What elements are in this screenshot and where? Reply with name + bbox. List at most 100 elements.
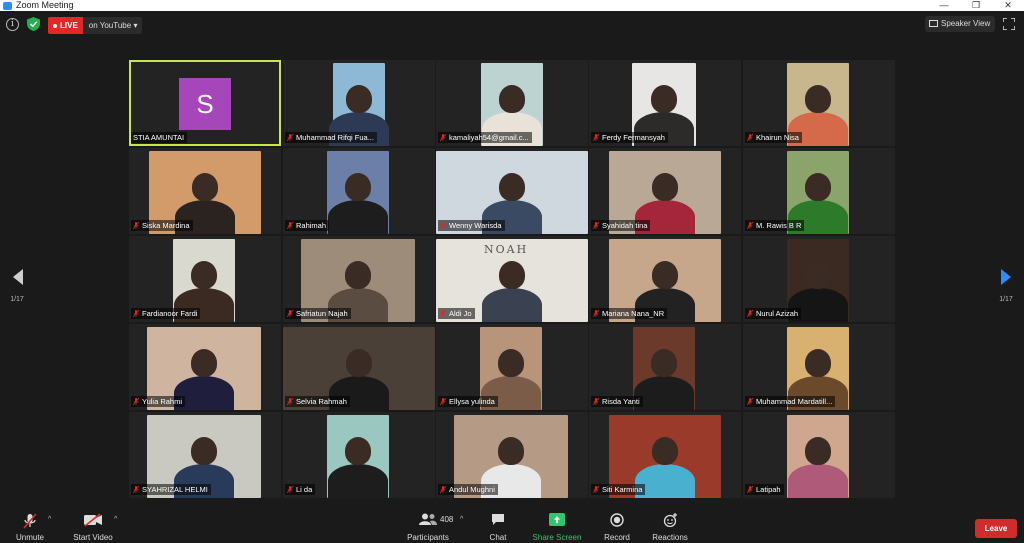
participant-tile[interactable]: Andul Mughni [436,412,588,498]
muted-mic-icon [440,310,446,317]
participant-name: Risda Yanti [591,396,643,407]
participant-name-label: Ferdy Fermansyah [602,133,665,142]
reactions-label: Reactions [652,533,688,542]
unmute-button[interactable]: Unmute [8,505,52,543]
muted-mic-icon [593,222,599,229]
previous-page-button[interactable]: 1/17 [2,267,32,317]
participant-tile[interactable]: Muhammad Mardatill... [743,324,895,410]
video-gallery: 1/17 1/17 S STIA AMUNTAI Muhammad Rifqi Fu… [0,39,1024,505]
participant-head [498,349,524,377]
maximize-button[interactable]: ❐ [960,0,992,11]
participant-figure [788,464,848,498]
participant-name: Andul Mughni [438,484,498,495]
participant-tile[interactable]: Syahidah tina [589,148,741,234]
participant-head [345,173,371,201]
share-screen-label: Share Screen [532,533,582,542]
participant-tile[interactable]: NOAH Aldi Jo [436,236,588,322]
participant-tile[interactable]: Ferdy Fermansyah [589,60,741,146]
participant-name-label: Syahidah tina [602,221,648,230]
muted-mic-icon [747,486,753,493]
window-title: Zoom Meeting [16,0,74,10]
participant-head [346,85,372,113]
participant-name-label: Khairun Nisa [756,133,799,142]
participant-video [787,415,849,498]
share-screen-icon [549,513,565,526]
speaker-view-button[interactable]: Speaker View [925,16,995,32]
participant-tile[interactable]: Yulia Rahmi [129,324,281,410]
participant-head [805,349,831,377]
participant-name: Ferdy Fermansyah [591,132,668,143]
encryption-shield-icon[interactable] [27,17,40,31]
muted-mic-icon [287,222,293,229]
video-off-icon [84,513,102,527]
participant-tile[interactable]: M. Rawis B R [743,148,895,234]
close-button[interactable]: ✕ [992,0,1024,11]
muted-mic-icon [440,398,446,405]
participant-tile[interactable]: Rahimah [283,148,435,234]
participants-button[interactable]: 408 Participants [402,505,454,543]
muted-mic-icon [287,486,293,493]
participant-head [652,261,678,289]
participant-head [191,349,217,377]
participant-tile[interactable]: Latipah [743,412,895,498]
share-screen-button[interactable]: Share Screen [530,505,584,543]
reactions-button[interactable]: Reactions [650,505,690,543]
participant-name-label: Li da [296,485,313,494]
start-video-button[interactable]: Start Video [66,505,120,543]
participants-options-caret[interactable]: ^ [460,516,463,523]
chat-label: Chat [489,533,507,542]
participant-tile[interactable]: Ellysa yulinda [436,324,588,410]
fullscreen-icon[interactable] [1003,18,1015,30]
participant-tile[interactable]: Siska Mardina [129,148,281,234]
participants-icon [419,513,437,525]
participant-tile[interactable]: Siti Karmina [589,412,741,498]
video-options-caret[interactable]: ^ [114,516,117,523]
participant-tile[interactable]: Risda Yanti [589,324,741,410]
minimize-button[interactable]: — [928,0,960,11]
participant-name: Selvia Rahmah [285,396,350,407]
participant-tile[interactable]: Nurul Azizah [743,236,895,322]
participant-tile[interactable]: Wenny Warisda [436,148,588,234]
window-titlebar: Zoom Meeting — ❐ ✕ [0,0,1024,11]
participant-name-label: kamaliyah54@gmail.c... [449,133,529,142]
muted-mic-icon [747,310,753,317]
muted-mic-icon [23,513,37,529]
participant-head [191,261,217,289]
muted-mic-icon [133,310,139,317]
audio-options-caret[interactable]: ^ [48,516,51,523]
participant-name: Safriatun Najah [285,308,351,319]
participant-tile[interactable]: SYAHRIZAL HELMI [129,412,281,498]
record-button[interactable]: Record [602,505,632,543]
participants-label: Participants [407,533,449,542]
info-icon[interactable]: i [6,18,19,31]
participant-head [805,437,831,465]
participant-name: SYAHRIZAL HELMI [131,484,211,495]
participant-name-label: STIA AMUNTAI [133,133,185,142]
participant-name-label: Risda Yanti [602,397,640,406]
participant-tile[interactable]: S STIA AMUNTAI [129,60,281,146]
participant-head [499,173,525,201]
live-target: on YouTube ▾ [82,17,143,34]
participant-name: Rahimah [285,220,330,231]
participant-tile[interactable]: Muhammad Rifqi Fua... [283,60,435,146]
participant-tile[interactable]: Safriatun Najah [283,236,435,322]
participant-tile[interactable]: Khairun Nisa [743,60,895,146]
participant-tile[interactable]: kamaliyah54@gmail.c... [436,60,588,146]
participant-tile[interactable]: Fardianoor Fardi [129,236,281,322]
participant-tile[interactable]: Li da [283,412,435,498]
muted-mic-icon [747,134,753,141]
muted-mic-icon [287,398,293,405]
zoom-app-icon [3,1,12,10]
live-stream-badge[interactable]: LIVE on YouTube ▾ [48,17,143,34]
next-page-button[interactable]: 1/17 [991,267,1021,317]
participant-tile[interactable]: Selvia Rahmah [283,324,435,410]
participant-tile[interactable]: Mariana Nana_NR [589,236,741,322]
participant-name-label: Aldi Jo [449,309,472,318]
participant-name: Latipah [745,484,784,495]
participant-name-label: Muhammad Mardatill... [756,397,833,406]
participant-name: Siska Mardina [131,220,193,231]
participant-name-label: Mariana Nana_NR [602,309,665,318]
participant-name-label: Safriatun Najah [296,309,348,318]
chat-button[interactable]: Chat [484,505,512,543]
leave-button[interactable]: Leave [975,519,1017,538]
